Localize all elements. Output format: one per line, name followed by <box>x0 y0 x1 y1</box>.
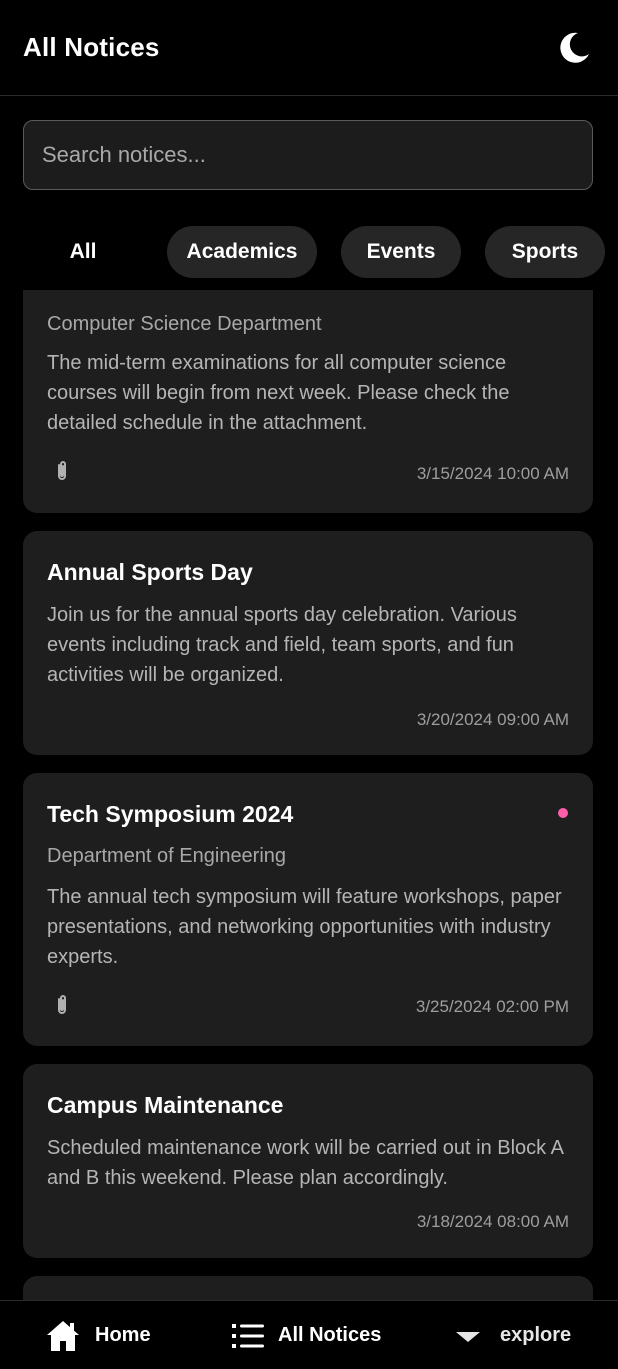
notice-title: Tech Symposium 2024 <box>47 801 294 827</box>
search-box <box>23 120 593 190</box>
nav-all-notices-label: All Notices <box>278 1324 382 1346</box>
page-title: All Notices <box>23 32 160 62</box>
search-input[interactable] <box>42 142 574 168</box>
unread-indicator <box>558 808 568 818</box>
filter-chip-label: All <box>69 240 97 263</box>
bottom-navigation: Home All Notices explore <box>0 1300 618 1369</box>
notice-list[interactable]: Computer Science Department The mid-term… <box>0 290 618 1300</box>
category-filters: All Academics Events Sports <box>23 226 618 278</box>
nav-explore[interactable]: explore <box>455 1301 571 1369</box>
notice-card[interactable]: Tech Symposium 2024 Department of Engine… <box>23 773 593 1046</box>
nav-home-label: Home <box>95 1324 151 1346</box>
list-icon <box>232 1323 264 1348</box>
notice-body: Join us for the annual sports day celebr… <box>47 604 517 686</box>
notice-card[interactable] <box>23 1276 593 1300</box>
caret-down-icon <box>456 1331 480 1342</box>
filter-chip-academics[interactable]: Academics <box>167 226 317 278</box>
filter-chip-all[interactable]: All <box>23 226 143 278</box>
notice-card[interactable]: Computer Science Department The mid-term… <box>23 290 593 513</box>
filter-chip-events[interactable]: Events <box>341 226 461 278</box>
notice-card[interactable]: Campus Maintenance Scheduled maintenance… <box>23 1064 593 1258</box>
nav-explore-label: explore <box>500 1324 572 1346</box>
filter-chip-label: Academics <box>186 240 298 263</box>
paperclip-icon[interactable] <box>50 459 74 483</box>
filter-chip-label: Sports <box>511 240 579 263</box>
notice-department: Computer Science Department <box>47 313 322 335</box>
filter-chip-sports[interactable]: Sports <box>485 226 605 278</box>
filter-chip-label: Events <box>366 240 436 263</box>
notice-timestamp: 3/20/2024 09:00 AM <box>416 710 569 729</box>
notice-title: Annual Sports Day <box>47 559 253 585</box>
notice-department: Department of Engineering <box>47 845 287 867</box>
notice-body: The mid-term examinations for all comput… <box>47 352 510 434</box>
notice-body: Scheduled maintenance work will be carri… <box>47 1137 563 1189</box>
top-app-bar: All Notices <box>0 0 618 96</box>
notice-body: The annual tech symposium will feature w… <box>47 886 562 968</box>
notice-timestamp: 3/25/2024 02:00 PM <box>415 997 569 1016</box>
moon-icon <box>560 32 589 63</box>
paperclip-icon[interactable] <box>50 993 74 1017</box>
nav-all-notices[interactable]: All Notices <box>232 1301 381 1369</box>
home-icon <box>47 1320 79 1351</box>
notice-title: Campus Maintenance <box>47 1092 284 1118</box>
notice-timestamp: 3/18/2024 08:00 AM <box>416 1212 569 1231</box>
app-root: All Notices All Academics Events Sports … <box>0 0 618 1369</box>
theme-toggle-button[interactable] <box>554 28 594 68</box>
notice-timestamp: 3/15/2024 10:00 AM <box>416 464 569 483</box>
nav-home[interactable]: Home <box>45 1301 151 1369</box>
notice-card[interactable]: Annual Sports Day Join us for the annual… <box>23 531 593 755</box>
